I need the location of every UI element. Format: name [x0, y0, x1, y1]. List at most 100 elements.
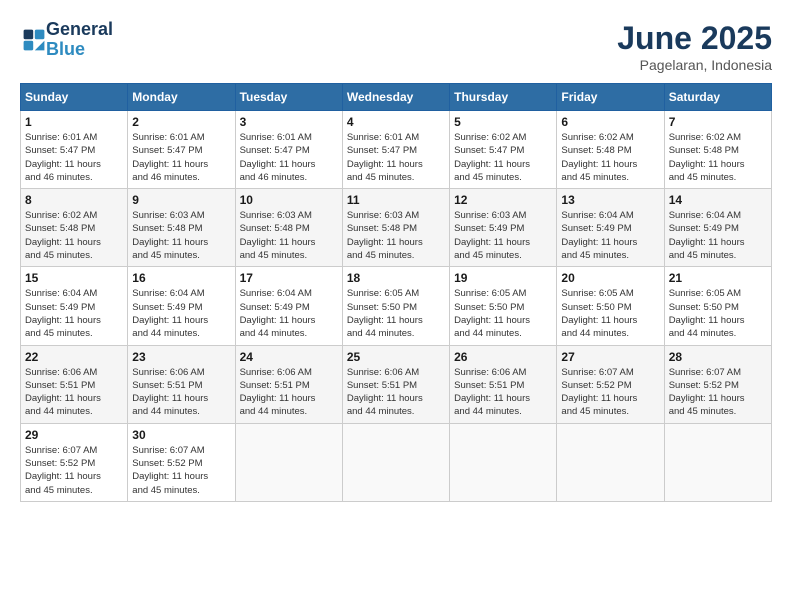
- day-info: Sunrise: 6:03 AM Sunset: 5:48 PM Dayligh…: [240, 209, 338, 262]
- day-number: 21: [669, 271, 767, 285]
- logo-text: GeneralBlue: [46, 20, 113, 60]
- day-number: 20: [561, 271, 659, 285]
- day-info: Sunrise: 6:07 AM Sunset: 5:52 PM Dayligh…: [25, 444, 123, 497]
- day-info: Sunrise: 6:02 AM Sunset: 5:48 PM Dayligh…: [25, 209, 123, 262]
- day-info: Sunrise: 6:04 AM Sunset: 5:49 PM Dayligh…: [132, 287, 230, 340]
- weekday-header-sunday: Sunday: [21, 84, 128, 111]
- day-info: Sunrise: 6:05 AM Sunset: 5:50 PM Dayligh…: [669, 287, 767, 340]
- day-number: 26: [454, 350, 552, 364]
- calendar-cell: 8 Sunrise: 6:02 AM Sunset: 5:48 PM Daylig…: [21, 189, 128, 267]
- calendar-cell: [450, 423, 557, 501]
- calendar-cell: 5Sunrise: 6:02 AM Sunset: 5:47 PM Daylig…: [450, 111, 557, 189]
- weekday-header-tuesday: Tuesday: [235, 84, 342, 111]
- calendar-week-2: 8 Sunrise: 6:02 AM Sunset: 5:48 PM Daylig…: [21, 189, 772, 267]
- day-info: Sunrise: 6:05 AM Sunset: 5:50 PM Dayligh…: [454, 287, 552, 340]
- day-info: Sunrise: 6:03 AM Sunset: 5:49 PM Dayligh…: [454, 209, 552, 262]
- calendar-cell: 24 Sunrise: 6:06 AM Sunset: 5:51 PM Dayli…: [235, 345, 342, 423]
- calendar-cell: 6 Sunrise: 6:02 AM Sunset: 5:48 PM Daylig…: [557, 111, 664, 189]
- calendar-cell: 1 Sunrise: 6:01 AM Sunset: 5:47 PM Daylig…: [21, 111, 128, 189]
- day-info: Sunrise: 6:01 AM Sunset: 5:47 PM Dayligh…: [240, 131, 338, 184]
- calendar-cell: 23 Sunrise: 6:06 AM Sunset: 5:51 PM Dayli…: [128, 345, 235, 423]
- calendar-cell: 29 Sunrise: 6:07 AM Sunset: 5:52 PM Dayli…: [21, 423, 128, 501]
- day-info: Sunrise: 6:01 AM Sunset: 5:47 PM Dayligh…: [25, 131, 123, 184]
- calendar-cell: 15Sunrise: 6:04 AM Sunset: 5:49 PM Dayli…: [21, 267, 128, 345]
- logo-icon: [22, 28, 46, 52]
- calendar-cell: 3Sunrise: 6:01 AM Sunset: 5:47 PM Daylig…: [235, 111, 342, 189]
- day-number: 17: [240, 271, 338, 285]
- calendar-cell: 30 Sunrise: 6:07 AM Sunset: 5:52 PM Dayli…: [128, 423, 235, 501]
- day-info: Sunrise: 6:05 AM Sunset: 5:50 PM Dayligh…: [561, 287, 659, 340]
- day-number: 13: [561, 193, 659, 207]
- day-info: Sunrise: 6:06 AM Sunset: 5:51 PM Dayligh…: [240, 366, 338, 419]
- weekday-header-wednesday: Wednesday: [342, 84, 449, 111]
- calendar-cell: 17Sunrise: 6:04 AM Sunset: 5:49 PM Dayli…: [235, 267, 342, 345]
- calendar-cell: 4 Sunrise: 6:01 AM Sunset: 5:47 PM Daylig…: [342, 111, 449, 189]
- calendar-cell: 9 Sunrise: 6:03 AM Sunset: 5:48 PM Daylig…: [128, 189, 235, 267]
- calendar-cell: 10 Sunrise: 6:03 AM Sunset: 5:48 PM Dayli…: [235, 189, 342, 267]
- day-number: 5: [454, 115, 552, 129]
- day-info: Sunrise: 6:06 AM Sunset: 5:51 PM Dayligh…: [25, 366, 123, 419]
- calendar-week-3: 15 Sunrise: 6:04 AM Sunset: 5:49 PM Dayli…: [21, 267, 772, 345]
- day-info: Sunrise: 6:01 AM Sunset: 5:47 PM Dayligh…: [347, 131, 445, 184]
- day-info: Sunrise: 6:07 AM Sunset: 5:52 PM Dayligh…: [669, 366, 767, 419]
- day-number: 9: [132, 193, 230, 207]
- day-info: Sunrise: 6:02 AM Sunset: 5:48 PM Dayligh…: [561, 131, 659, 184]
- calendar-cell: [664, 423, 771, 501]
- day-info: Sunrise: 6:07 AM Sunset: 5:52 PM Dayligh…: [132, 444, 230, 497]
- day-number: 14: [669, 193, 767, 207]
- day-info: Sunrise: 6:07 AM Sunset: 5:52 PM Dayligh…: [561, 366, 659, 419]
- day-number: 30: [132, 428, 230, 442]
- day-number: 6: [561, 115, 659, 129]
- day-number: 24: [240, 350, 338, 364]
- calendar-title: June 2025: [617, 20, 772, 57]
- title-area: June 2025 Pagelaran, Indonesia: [617, 20, 772, 73]
- weekday-header-saturday: Saturday: [664, 84, 771, 111]
- calendar-subtitle: Pagelaran, Indonesia: [617, 57, 772, 73]
- logo: GeneralBlue: [20, 20, 113, 60]
- weekday-header-friday: Friday: [557, 84, 664, 111]
- calendar-cell: [235, 423, 342, 501]
- day-number: 29: [25, 428, 123, 442]
- calendar-cell: [342, 423, 449, 501]
- day-info: Sunrise: 6:06 AM Sunset: 5:51 PM Dayligh…: [347, 366, 445, 419]
- calendar-week-1: 1 Sunrise: 6:01 AM Sunset: 5:47 PM Daylig…: [21, 111, 772, 189]
- day-number: 2: [132, 115, 230, 129]
- day-number: 12: [454, 193, 552, 207]
- calendar-week-5: 29 Sunrise: 6:07 AM Sunset: 5:52 PM Dayli…: [21, 423, 772, 501]
- day-number: 1: [25, 115, 123, 129]
- calendar-cell: 2 Sunrise: 6:01 AM Sunset: 5:47 PM Daylig…: [128, 111, 235, 189]
- calendar-cell: 7 Sunrise: 6:02 AM Sunset: 5:48 PM Daylig…: [664, 111, 771, 189]
- day-number: 19: [454, 271, 552, 285]
- calendar-cell: 13 Sunrise: 6:04 AM Sunset: 5:49 PM Dayli…: [557, 189, 664, 267]
- day-number: 27: [561, 350, 659, 364]
- day-info: Sunrise: 6:02 AM Sunset: 5:48 PM Dayligh…: [669, 131, 767, 184]
- day-number: 8: [25, 193, 123, 207]
- day-number: 18: [347, 271, 445, 285]
- calendar-cell: 19 Sunrise: 6:05 AM Sunset: 5:50 PM Dayli…: [450, 267, 557, 345]
- calendar-cell: 20 Sunrise: 6:05 AM Sunset: 5:50 PM Dayli…: [557, 267, 664, 345]
- calendar-cell: 25 Sunrise: 6:06 AM Sunset: 5:51 PM Dayli…: [342, 345, 449, 423]
- day-info: Sunrise: 6:01 AM Sunset: 5:47 PM Dayligh…: [132, 131, 230, 184]
- calendar-cell: 14Sunrise: 6:04 AM Sunset: 5:49 PM Dayli…: [664, 189, 771, 267]
- day-number: 16: [132, 271, 230, 285]
- day-info: Sunrise: 6:06 AM Sunset: 5:51 PM Dayligh…: [132, 366, 230, 419]
- calendar-cell: 26Sunrise: 6:06 AM Sunset: 5:51 PM Dayli…: [450, 345, 557, 423]
- day-number: 22: [25, 350, 123, 364]
- calendar-cell: 11 Sunrise: 6:03 AM Sunset: 5:48 PM Dayli…: [342, 189, 449, 267]
- day-info: Sunrise: 6:03 AM Sunset: 5:48 PM Dayligh…: [347, 209, 445, 262]
- day-info: Sunrise: 6:03 AM Sunset: 5:48 PM Dayligh…: [132, 209, 230, 262]
- day-number: 7: [669, 115, 767, 129]
- calendar-cell: 18Sunrise: 6:05 AM Sunset: 5:50 PM Dayli…: [342, 267, 449, 345]
- page-header: GeneralBlue June 2025 Pagelaran, Indones…: [20, 20, 772, 73]
- day-number: 10: [240, 193, 338, 207]
- weekday-header-row: SundayMondayTuesdayWednesdayThursdayFrid…: [21, 84, 772, 111]
- day-number: 11: [347, 193, 445, 207]
- day-info: Sunrise: 6:04 AM Sunset: 5:49 PM Dayligh…: [561, 209, 659, 262]
- day-number: 4: [347, 115, 445, 129]
- calendar-cell: [557, 423, 664, 501]
- day-number: 15: [25, 271, 123, 285]
- day-number: 23: [132, 350, 230, 364]
- calendar-cell: 22 Sunrise: 6:06 AM Sunset: 5:51 PM Dayli…: [21, 345, 128, 423]
- calendar-cell: 21 Sunrise: 6:05 AM Sunset: 5:50 PM Dayli…: [664, 267, 771, 345]
- day-number: 25: [347, 350, 445, 364]
